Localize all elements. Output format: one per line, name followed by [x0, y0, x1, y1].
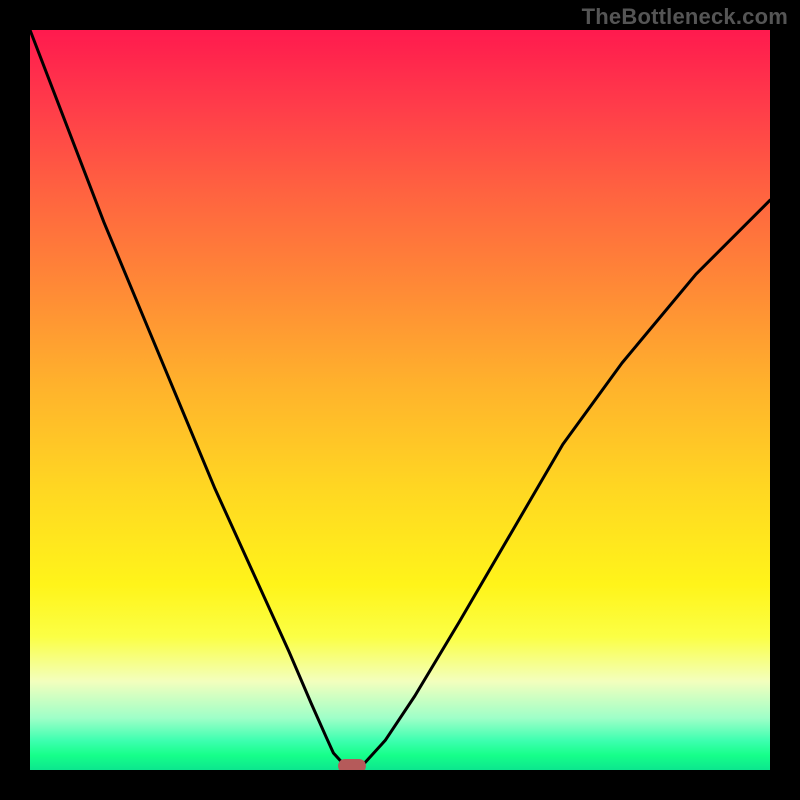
- optimum-marker: [338, 759, 366, 770]
- bottleneck-curve-path: [30, 30, 770, 765]
- plot-area: [30, 30, 770, 770]
- chart-frame: TheBottleneck.com: [0, 0, 800, 800]
- curve-svg: [30, 30, 770, 770]
- watermark-text: TheBottleneck.com: [582, 4, 788, 30]
